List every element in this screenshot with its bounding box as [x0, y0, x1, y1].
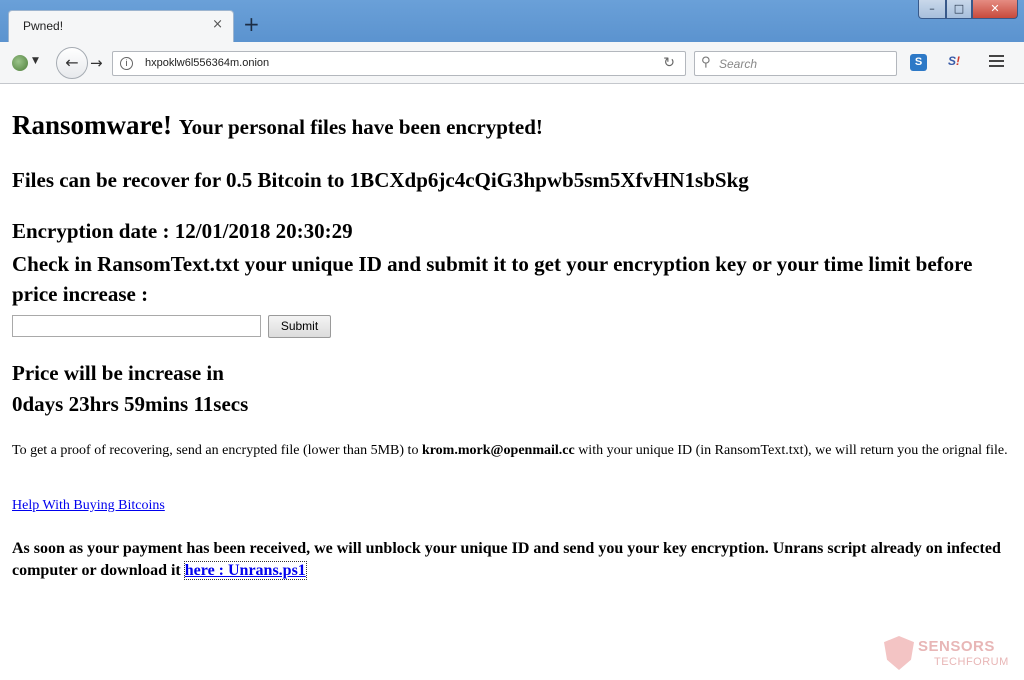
hamburger-menu-icon[interactable] [989, 55, 1004, 70]
browser-tab[interactable]: Pwned! × [8, 10, 234, 42]
unique-id-input[interactable] [12, 315, 261, 337]
shield-logo-icon [884, 636, 914, 670]
price-heading: Price will be increase in [12, 361, 224, 385]
maximize-button[interactable]: □ [946, 0, 972, 19]
proof-text-before: To get a proof of recovering, send an en… [12, 443, 422, 458]
tab-close-icon[interactable]: × [212, 17, 223, 32]
tor-onion-icon[interactable] [12, 55, 28, 71]
encryption-date: Encryption date : 12/01/2018 20:30:29 [12, 219, 353, 243]
search-input[interactable]: ⚲ Search [694, 51, 897, 76]
payment-paragraph: As soon as your payment has been receive… [12, 538, 1012, 582]
reload-icon[interactable]: ↻ [663, 55, 675, 71]
proof-paragraph: To get a proof of recovering, send an en… [12, 440, 1012, 461]
watermark-line1: SENSORS [918, 638, 995, 655]
ransom-title: Ransomware! Your personal files have bee… [12, 110, 543, 141]
window-controls: – □ ✕ [918, 0, 1018, 19]
countdown-timer: 0days 23hrs 59mins 11secs [12, 392, 249, 416]
minimize-button[interactable]: – [918, 0, 946, 19]
title-main: Ransomware! [12, 110, 172, 140]
proof-text-after: with your unique ID (in RansomText.txt),… [574, 443, 1008, 458]
back-button[interactable]: ← [56, 47, 88, 79]
site-info-icon[interactable]: i [120, 57, 133, 70]
submit-button[interactable]: Submit [268, 315, 331, 338]
bitcoin-address-heading: Files can be recover for 0.5 Bitcoin to … [12, 168, 749, 192]
payment-text: As soon as your payment has been receive… [12, 540, 1001, 579]
new-tab-button[interactable]: + [243, 14, 260, 34]
download-unrans-link[interactable]: here : Unrans.ps1 [183, 561, 307, 580]
title-sub: Your personal files have been encrypted! [178, 115, 543, 139]
tab-title: Pwned! [23, 19, 64, 33]
forward-button[interactable]: → [90, 54, 103, 72]
url-text: hxpoklw6l556364m.onion [145, 57, 270, 69]
check-instructions: Check in RansomText.txt your unique ID a… [12, 252, 973, 306]
help-buying-bitcoins-link[interactable]: Help With Buying Bitcoins [12, 498, 165, 514]
search-placeholder: Search [719, 57, 758, 71]
address-bar[interactable]: i hxpoklw6l556364m.onion ↻ [112, 51, 686, 76]
noscript-icon[interactable]: S! [948, 54, 968, 71]
contact-email: krom.mork@openmail.cc [421, 443, 575, 458]
watermark-line2: TECHFORUM [934, 656, 1009, 668]
chevron-down-icon[interactable]: ▼ [32, 56, 39, 66]
sensorstechforum-watermark: SENSORS TECHFORUM [884, 632, 1019, 676]
extension-s-icon[interactable]: S [910, 54, 927, 71]
window-titlebar: Pwned! × + – □ ✕ [0, 0, 1024, 42]
search-icon: ⚲ [701, 55, 711, 70]
close-window-button[interactable]: ✕ [972, 0, 1018, 19]
navigation-toolbar: ▼ ← → i hxpoklw6l556364m.onion ↻ ⚲ Searc… [0, 42, 1024, 84]
